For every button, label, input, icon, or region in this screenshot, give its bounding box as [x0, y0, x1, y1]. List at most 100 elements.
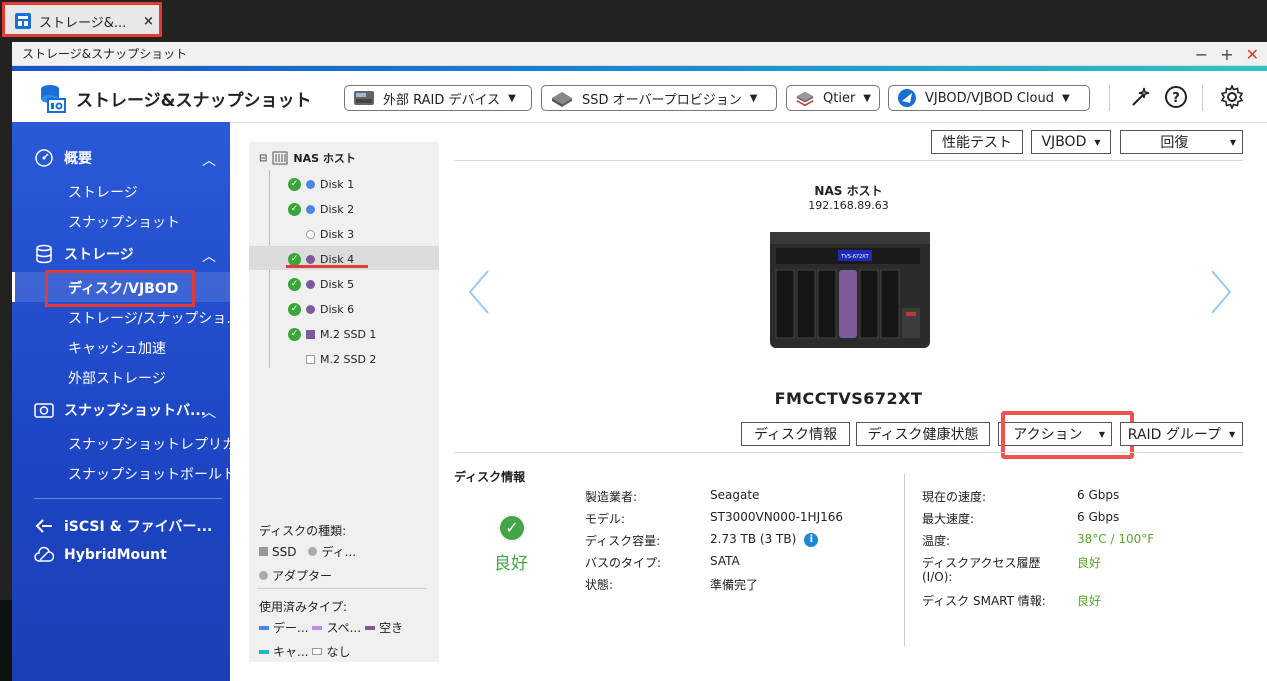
check-icon: ✓ — [288, 328, 301, 341]
disk-type-dot — [306, 280, 315, 289]
close-icon[interactable]: ✕ — [1246, 45, 1259, 64]
tree-node-disk-1[interactable]: ✓ Disk 1 — [288, 178, 354, 191]
sidebar-item-cache-acceleration[interactable]: キャッシュ加速 — [68, 338, 166, 358]
tree-node-m2-ssd-1[interactable]: ✓ M.2 SSD 1 — [288, 328, 376, 341]
tree-root[interactable]: ⊟ NAS ホスト — [259, 150, 356, 166]
maximize-icon[interactable]: + — [1220, 45, 1233, 64]
app-header: ストレージ&スナップショット 外部 RAID デバイス ▼ SSD オーバープロ… — [12, 71, 1267, 123]
sidebar-item-iscsi[interactable]: iSCSI & ファイバー... — [34, 516, 212, 536]
browser-tab-strip: ストレージ&... × — [0, 0, 1267, 42]
disk-info-button[interactable]: ディスク情報 — [741, 422, 850, 446]
tree-node-m2-ssd-2[interactable]: M.2 SSD 2 — [306, 353, 376, 366]
divider — [454, 160, 1243, 161]
legend-divider — [257, 588, 427, 589]
sidebar-group-storage[interactable]: ストレージ — [34, 244, 134, 264]
info-label: 最大速度: — [922, 512, 975, 526]
vjbod-cloud-label: VJBOD/VJBOD Cloud — [925, 90, 1054, 106]
app-title-text: ストレージ&スナップショット — [76, 90, 312, 111]
sidebar-item-storage-snapshot[interactable]: ストレージ/スナップショ... — [68, 308, 240, 328]
chevron-up-icon[interactable]: ︿ — [202, 402, 216, 422]
info-label: モデル: — [585, 512, 626, 526]
tree-node-disk-2[interactable]: ✓ Disk 2 — [288, 203, 354, 216]
host-ip: 192.168.89.63 — [808, 199, 889, 212]
qtier-label: Qtier — [823, 90, 856, 106]
chevron-down-icon: ▼ — [1094, 137, 1101, 147]
sidebar-item-storage[interactable]: ストレージ — [68, 182, 138, 202]
chevron-down-icon: ▼ — [863, 92, 871, 104]
gear-icon[interactable] — [1220, 85, 1244, 109]
tree-node-label: Disk 3 — [320, 228, 355, 241]
next-arrow-icon[interactable] — [1206, 267, 1236, 317]
chevron-down-icon: ▼ — [749, 92, 758, 104]
legend-used-types-2: キャ... なし — [259, 643, 350, 660]
ssd-type-square — [306, 355, 315, 364]
info-value: 6 Gbps — [1077, 488, 1120, 502]
info-value: Seagate — [710, 488, 760, 502]
vjbod-cloud-icon — [898, 89, 916, 107]
vjbod-cloud-button[interactable]: VJBOD/VJBOD Cloud ▼ — [888, 85, 1090, 111]
annotation-box — [45, 270, 195, 307]
dashboard-icon — [35, 149, 53, 167]
chevron-down-icon: ▼ — [508, 92, 516, 104]
tree-node-label: Disk 6 — [320, 303, 355, 316]
cloud-icon — [34, 546, 54, 562]
nas-device-image: TVS-672XT — [770, 232, 930, 348]
external-raid-label: 外部 RAID デバイス — [383, 92, 501, 108]
qtier-icon — [796, 91, 814, 107]
header-divider — [1109, 85, 1110, 111]
host-label: NAS ホスト — [814, 184, 883, 198]
chevron-down-icon: ▼ — [1229, 429, 1236, 439]
info-icon[interactable]: i — [804, 532, 819, 547]
disk-type-dot — [306, 180, 315, 189]
check-circle-icon: ✓ — [500, 516, 524, 540]
sidebar-item-snapshot-vault[interactable]: スナップショットボールト — [68, 464, 236, 484]
disk-status-text: 良好 — [494, 554, 528, 574]
chevron-up-icon[interactable]: ︿ — [202, 246, 216, 266]
check-icon: ✓ — [288, 303, 301, 316]
sidebar-item-label: iSCSI & ファイバー... — [64, 519, 213, 535]
previous-arrow-icon[interactable] — [464, 267, 494, 317]
chevron-up-icon[interactable]: ︿ — [202, 150, 216, 170]
sidebar-group-snapshot-backup[interactable]: スナップショットバ... — [34, 400, 206, 420]
info-value: 良好 — [1077, 556, 1102, 570]
recover-button[interactable]: 回復 ▼ — [1120, 130, 1243, 154]
info-value: 2.73 TB (3 TB) i — [710, 532, 819, 547]
tree-node-disk-3[interactable]: Disk 3 — [306, 228, 354, 241]
tab-close-icon[interactable]: × — [143, 14, 154, 29]
check-icon: ✓ — [288, 203, 301, 216]
sidebar-item-snapshot[interactable]: スナップショット — [68, 212, 180, 232]
info-value: 6 Gbps — [1077, 510, 1120, 524]
minimize-icon[interactable]: − — [1195, 45, 1208, 64]
info-value: SATA — [710, 554, 740, 568]
info-label: 現在の速度: — [922, 490, 987, 504]
sidebar-item-label: HybridMount — [64, 547, 167, 563]
vjbod-button[interactable]: VJBOD ▼ — [1031, 130, 1111, 154]
info-divider — [904, 474, 905, 646]
magic-wand-icon[interactable] — [1129, 85, 1153, 109]
tree-node-disk-6[interactable]: ✓ Disk 6 — [288, 303, 354, 316]
collapse-icon[interactable]: ⊟ — [259, 153, 267, 164]
sidebar-group-overview[interactable]: 概要 — [34, 148, 92, 168]
browser-tab[interactable]: ストレージ&... × — [2, 2, 162, 37]
ssd-overprovisioning-button[interactable]: SSD オーバープロビジョン ▼ — [541, 85, 777, 111]
raid-group-button[interactable]: RAID グループ ▼ — [1120, 422, 1243, 446]
info-label: 製造業者: — [585, 490, 638, 504]
iscsi-icon — [35, 519, 52, 533]
sidebar-item-external-storage[interactable]: 外部ストレージ — [68, 368, 166, 388]
sidebar-item-hybridmount[interactable]: HybridMount — [34, 546, 167, 564]
info-label: バスのタイプ: — [585, 556, 662, 570]
info-label: ディスク容量: — [585, 534, 661, 548]
qtier-button[interactable]: Qtier ▼ — [786, 85, 880, 111]
tree-node-disk-5[interactable]: ✓ Disk 5 — [288, 278, 354, 291]
window-titlebar: ストレージ&スナップショット − + ✕ — [12, 42, 1267, 66]
sidebar-item-snapshot-replica[interactable]: スナップショットレプリカ — [68, 434, 236, 454]
help-icon[interactable]: ? — [1164, 85, 1188, 109]
sidebar-group-label: スナップショットバ... — [64, 403, 206, 419]
info-label: ディスクアクセス履歴 — [922, 556, 1041, 570]
performance-test-button[interactable]: 性能テスト — [931, 130, 1023, 154]
disk-health-button[interactable]: ディスク健康状態 — [856, 422, 990, 446]
nas-model: FMCCTVS672XT — [774, 389, 923, 408]
tree-node-label: Disk 1 — [320, 178, 355, 191]
external-raid-button[interactable]: 外部 RAID デバイス ▼ — [344, 85, 532, 111]
info-label: 温度: — [922, 534, 951, 548]
